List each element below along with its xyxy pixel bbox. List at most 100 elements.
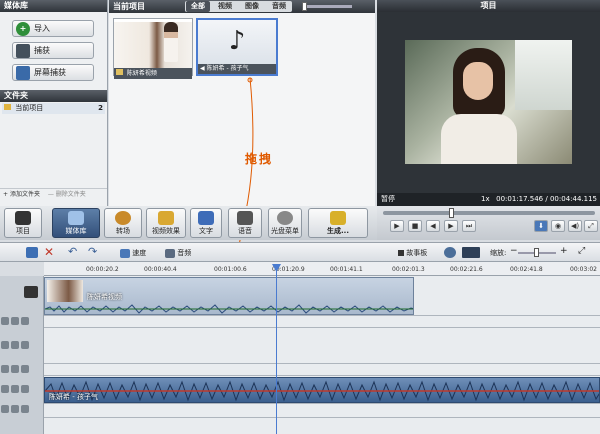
zoom-slider-handle[interactable]: [534, 248, 539, 257]
toolbar-voice-label: 语音: [238, 227, 252, 235]
video-clip-thumbnail: [47, 280, 83, 302]
toolbar-media-button[interactable]: 媒体库: [52, 208, 100, 238]
generate-icon: [330, 211, 346, 225]
time-readout: 00:01:17.546 / 00:04:44.115: [496, 193, 597, 206]
split-icon[interactable]: [26, 247, 38, 258]
toolbar-effects-label: 视频效果: [152, 227, 180, 235]
snapshot-button[interactable]: ◉: [551, 220, 565, 232]
toolbar-effects-button[interactable]: 视频效果: [146, 208, 186, 238]
overlay-track-icon: [21, 317, 29, 325]
ruler-tick-7: 00:02:41.8: [510, 266, 543, 273]
time-separator: /: [545, 195, 548, 203]
export-frame-button[interactable]: ⬇: [534, 220, 548, 232]
audio-track-icon: [21, 385, 29, 393]
toolbar-disc-menu-label: 光盘菜单: [271, 227, 299, 235]
playhead[interactable]: [276, 264, 277, 434]
speed-button[interactable]: 速度: [120, 248, 146, 258]
play-button[interactable]: ▶: [390, 220, 404, 232]
fit-timeline-icon[interactable]: ⤢: [578, 246, 585, 256]
undo-icon[interactable]: ↶: [68, 245, 77, 258]
ruler-tick-1: 00:00:40.4: [144, 266, 177, 273]
zoom-in-icon[interactable]: +: [560, 246, 568, 256]
speed-button-label: 速度: [132, 249, 147, 257]
fx-icon: [158, 211, 174, 225]
preview-title-text: 项目: [480, 1, 497, 10]
eye-icon[interactable]: [1, 317, 9, 325]
clapper-icon: [15, 211, 31, 225]
toolbar-generate-label: 生成...: [327, 227, 349, 235]
lock-icon[interactable]: [11, 341, 19, 349]
pip-track-icon: [21, 341, 29, 349]
toolbar-voice-button[interactable]: 语音: [228, 208, 262, 238]
speed-icon: [120, 248, 130, 258]
ruler-tick-8: 00:03:02: [570, 266, 597, 273]
audio-clip-label: 陈妍希 - 孩子气: [49, 393, 98, 401]
ruler-tick-4: 00:01:41.1: [330, 266, 363, 273]
prev-frame-button[interactable]: ◀: [426, 220, 440, 232]
volume-button[interactable]: ◀): [568, 220, 582, 232]
timeline-toolbar: ✕ ↶ ↷ 速度 音频 故事板 缩放: − + ⤢: [0, 242, 600, 262]
audio-wave-icon: [165, 248, 175, 258]
pip-track-header: [0, 328, 44, 364]
eye-icon[interactable]: [1, 405, 9, 413]
redo-icon[interactable]: ↷: [88, 245, 97, 258]
eye-icon[interactable]: [1, 385, 9, 393]
total-time: 00:04:44.115: [549, 195, 597, 203]
text-icon: [198, 211, 214, 225]
lock-icon[interactable]: [11, 405, 19, 413]
monitor-select-icon[interactable]: [462, 247, 480, 258]
video-clip[interactable]: 陈妍希视频: [44, 277, 414, 315]
lock-icon[interactable]: [11, 365, 19, 373]
lock-icon[interactable]: [11, 317, 19, 325]
stop-button[interactable]: ■: [408, 220, 422, 232]
toolbar-text-label: 文字: [199, 227, 213, 235]
current-time: 00:01:17.546: [496, 195, 544, 203]
disc-icon: [277, 211, 293, 225]
toolbar-disc-menu-button[interactable]: 光盘菜单: [268, 208, 302, 238]
toolbar-project-button[interactable]: 项目: [4, 208, 42, 238]
lock-icon[interactable]: [11, 385, 19, 393]
eye-icon[interactable]: [1, 341, 9, 349]
video-clip-waveform: [45, 304, 413, 314]
ruler-tick-6: 00:02:21.6: [450, 266, 483, 273]
woman-top: [441, 114, 517, 164]
text-track-header: [0, 364, 44, 376]
preview-status-bar: 暂停 1x 00:01:17.546 / 00:04:44.115: [377, 193, 600, 206]
clapper-track-icon: [24, 286, 38, 298]
toolbar-project-label: 项目: [16, 227, 30, 235]
speed-label: 1x: [481, 195, 490, 203]
end-button[interactable]: ⏭: [462, 220, 476, 232]
toolbar-generate-button[interactable]: 生成...: [308, 208, 368, 238]
toolbar-transition-button[interactable]: 转场: [104, 208, 142, 238]
ruler-tick-0: 00:00:20.2: [86, 266, 119, 273]
eye-icon[interactable]: [1, 365, 9, 373]
status-label: 暂停: [381, 195, 395, 203]
pip-track-row: [0, 328, 600, 364]
fullscreen-button[interactable]: ⤢: [584, 220, 598, 232]
microphone-icon: [237, 211, 253, 225]
storyboard-button[interactable]: 故事板: [398, 248, 427, 258]
seek-bar[interactable]: [383, 208, 595, 218]
seek-handle[interactable]: [449, 208, 454, 218]
video-track-header: [0, 276, 44, 316]
zoom-out-icon[interactable]: −: [510, 246, 518, 256]
video-clip-label: 陈妍希视频: [87, 293, 122, 301]
delete-icon[interactable]: ✕: [44, 245, 54, 259]
toolbar-text-button[interactable]: 文字: [190, 208, 222, 238]
preview-panel: 项目 暂停 1x 00:01:17.546 / 00:04:44.115: [377, 0, 600, 206]
next-frame-button[interactable]: ▶: [444, 220, 458, 232]
toolbar-media-label: 媒体库: [65, 227, 87, 235]
audio-clip-waveform: [45, 380, 599, 402]
audio-clip[interactable]: 陈妍希 - 孩子气: [44, 377, 600, 403]
empty-track-header: [0, 418, 44, 434]
storyboard-icon: [398, 250, 404, 256]
woman-face: [463, 62, 493, 100]
audio-button[interactable]: 音频: [165, 248, 191, 258]
zoom-label: 缩放:: [490, 249, 507, 257]
audio-mixer-icon[interactable]: [444, 247, 456, 258]
text-track-row: [0, 364, 600, 376]
zoom-slider[interactable]: [518, 248, 556, 257]
transition-icon: [115, 211, 131, 225]
main-toolbar: 项目 媒体库 转场 视频效果 文字 语音 光盘菜单 生成...: [0, 206, 377, 240]
voice-track-icon: [21, 405, 29, 413]
